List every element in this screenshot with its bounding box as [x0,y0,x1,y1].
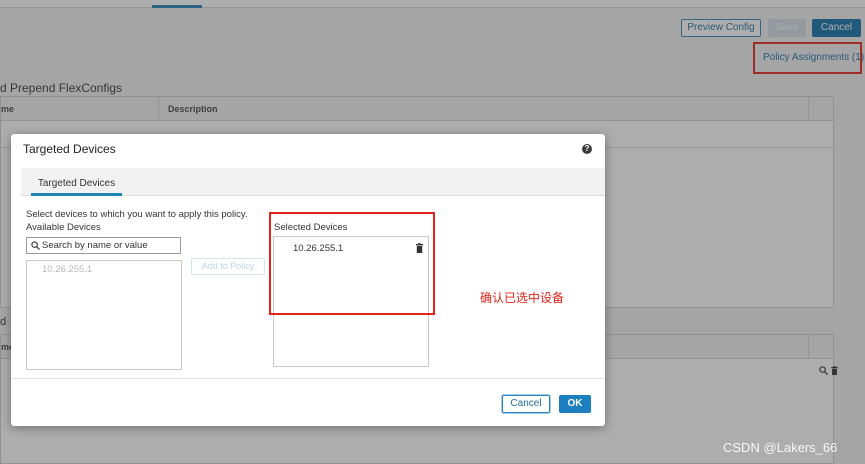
highlight-box-selected-devices [269,212,435,315]
available-devices-label: Available Devices [26,222,101,233]
search-icon [31,241,40,250]
question-icon[interactable]: ? [582,144,592,154]
dialog-header: Targeted Devices ? [11,134,605,164]
dialog-tab-bar: Targeted Devices [21,168,605,196]
targeted-devices-dialog: Targeted Devices ? Targeted Devices Sele… [11,134,605,426]
dialog-title: Targeted Devices [23,142,116,156]
dialog-ok-button[interactable]: OK [559,395,591,413]
dialog-cancel-button[interactable]: Cancel [502,395,550,413]
instruction-text: Select devices to which you want to appl… [26,209,248,220]
watermark: CSDN @Lakers_66 [723,440,838,455]
annotation-text: 确认已选中设备 [480,291,565,305]
tab-targeted-devices[interactable]: Targeted Devices [31,175,122,196]
add-to-policy-button[interactable]: Add to Policy [191,258,265,275]
dialog-footer-divider [11,378,605,379]
search-box [26,237,181,254]
search-input[interactable] [42,239,178,252]
available-devices-list[interactable]: 10.26.255.1 [26,260,182,370]
list-item[interactable]: 10.26.255.1 [42,264,92,275]
